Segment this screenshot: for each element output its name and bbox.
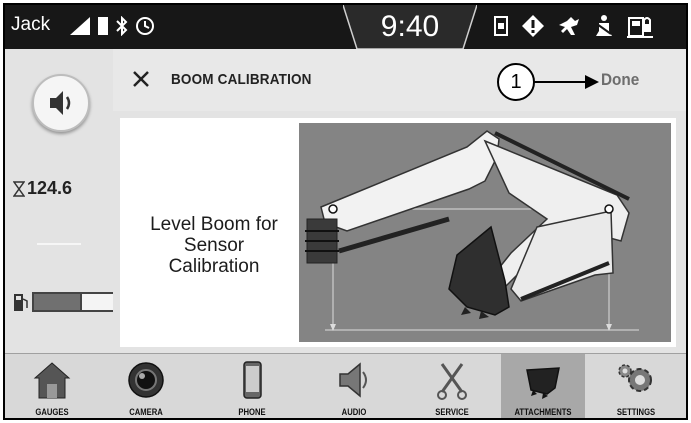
screen-frame: Jack 9:40 124.6 BOOM CALIBRATION 1 Done … bbox=[3, 3, 688, 420]
side-panel: 124.6 bbox=[5, 49, 118, 353]
screen-header: BOOM CALIBRATION 1 Done bbox=[113, 49, 686, 111]
wrench-tools-icon bbox=[437, 363, 467, 400]
house-icon bbox=[33, 362, 71, 399]
nav-attachments[interactable]: ATTACHMENTS bbox=[501, 354, 585, 418]
nav-label-phone: PHONE bbox=[238, 407, 266, 417]
instruction-text: Level Boom for Sensor Calibration bbox=[150, 214, 278, 277]
speaker-icon bbox=[50, 91, 71, 115]
volume-button[interactable] bbox=[32, 74, 90, 132]
calibration-card: Level Boom for Sensor Calibration bbox=[120, 118, 676, 347]
user-name: Jack bbox=[11, 14, 51, 35]
fuel-gauge bbox=[13, 292, 118, 312]
seat-belt-icon bbox=[596, 15, 612, 36]
machine-hours: 124.6 bbox=[13, 178, 72, 199]
bucket-icon bbox=[526, 367, 560, 399]
excavator-boom-level-illustration bbox=[305, 130, 639, 331]
status-right-icons bbox=[493, 12, 653, 40]
status-bar: Jack 9:40 bbox=[5, 5, 686, 49]
clock-icon bbox=[136, 17, 154, 35]
nav-label-attachments: ATTACHMENTS bbox=[514, 407, 572, 417]
nav-label-settings: SETTINGS bbox=[616, 407, 656, 417]
callout-arrow-icon bbox=[533, 75, 599, 89]
warning-icon bbox=[522, 15, 544, 37]
fuel-pump-icon bbox=[14, 294, 28, 311]
nav-audio[interactable]: AUDIO bbox=[321, 354, 387, 418]
nav-label-gauges: GAUGES bbox=[35, 407, 69, 417]
nav-label-camera: CAMERA bbox=[129, 407, 163, 417]
hours-value: 124.6 bbox=[27, 178, 73, 198]
gear-icon bbox=[618, 364, 652, 392]
smartphone-icon bbox=[243, 361, 262, 399]
page-title: BOOM CALIBRATION bbox=[171, 71, 312, 88]
content-area: Level Boom for Sensor Calibration bbox=[113, 111, 686, 353]
speaker-icon bbox=[339, 362, 367, 398]
boom-illustration bbox=[299, 123, 671, 342]
fuel-level-bar bbox=[32, 292, 118, 312]
nav-camera[interactable]: CAMERA bbox=[113, 354, 179, 418]
status-left-icons bbox=[69, 13, 155, 39]
phone-indicator-icon bbox=[494, 16, 508, 36]
fuel-level-fill bbox=[34, 294, 82, 310]
signal-icon bbox=[70, 17, 90, 35]
battery-icon bbox=[98, 17, 108, 35]
clock-time: 9:40 bbox=[380, 10, 440, 43]
nav-phone[interactable]: PHONE bbox=[219, 354, 285, 418]
done-button[interactable]: Done bbox=[601, 70, 639, 90]
nav-service[interactable]: SERVICE bbox=[419, 354, 485, 418]
bottom-nav: GAUGES CAMERA PHONE AUDIO SERVICE ATTACH… bbox=[5, 353, 686, 418]
nav-settings[interactable]: SETTINGS bbox=[603, 354, 669, 418]
bluetooth-icon bbox=[116, 16, 128, 36]
dog-icon bbox=[559, 17, 579, 35]
fuel-lock-icon bbox=[627, 17, 653, 38]
nav-label-service: SERVICE bbox=[435, 407, 469, 417]
close-icon[interactable] bbox=[127, 65, 155, 93]
nav-label-audio: AUDIO bbox=[341, 407, 367, 417]
callout-number: 1 bbox=[497, 63, 535, 101]
hourglass-icon bbox=[13, 180, 25, 197]
camera-lens-icon bbox=[128, 362, 164, 398]
nav-gauges[interactable]: GAUGES bbox=[19, 354, 85, 418]
side-divider bbox=[37, 243, 81, 245]
